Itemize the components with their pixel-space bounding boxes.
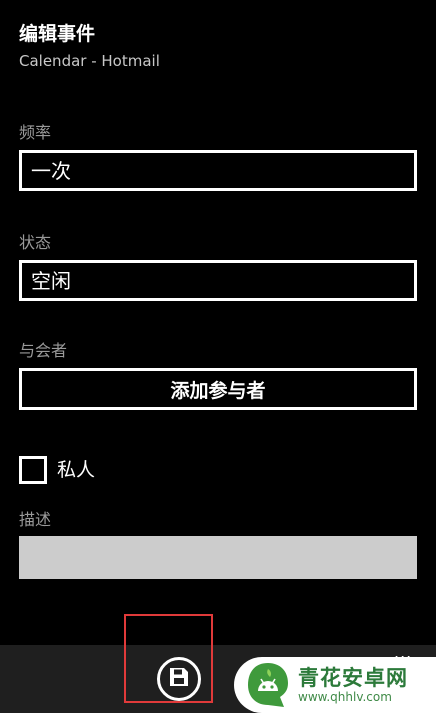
private-label: 私人 <box>57 459 96 481</box>
status-label: 状态 <box>19 233 52 252</box>
frequency-picker[interactable]: 一次 <box>19 150 417 191</box>
watermark-url: www.qhhlv.com <box>298 690 392 704</box>
description-label: 描述 <box>19 510 52 529</box>
watermark-name: 青花安卓网 <box>298 666 408 690</box>
private-checkbox[interactable] <box>19 456 47 484</box>
page-subtitle: Calendar - Hotmail <box>19 52 160 70</box>
frequency-label: 频率 <box>19 123 52 142</box>
add-attendee-button[interactable]: 添加参与者 <box>19 368 417 410</box>
attendees-label: 与会者 <box>19 341 68 360</box>
status-picker[interactable]: 空闲 <box>19 260 417 301</box>
description-input[interactable] <box>19 536 417 579</box>
watermark-logo: 青花安卓网 www.qhhlv.com <box>234 657 436 713</box>
save-button-highlight <box>124 614 213 703</box>
status-value: 空闲 <box>31 269 71 293</box>
page-title: 编辑事件 <box>19 23 96 45</box>
frequency-value: 一次 <box>31 159 71 183</box>
android-logo-icon <box>248 663 288 707</box>
